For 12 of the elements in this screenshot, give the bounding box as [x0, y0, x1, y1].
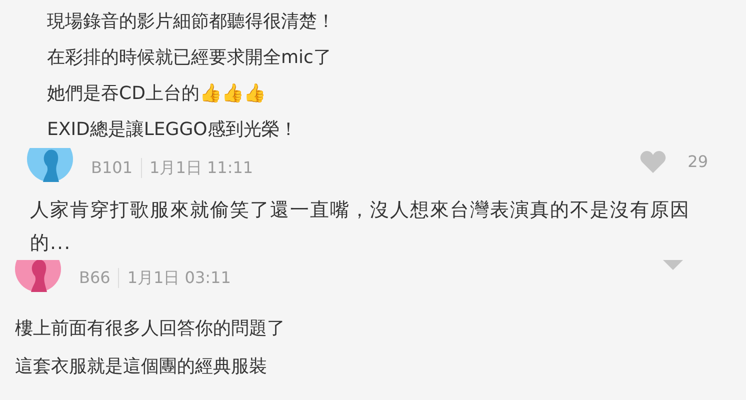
post-time: 1月1日 11:11	[150, 157, 254, 179]
comment-text: 人家肯穿打歌服來就偷笑了還一直嘴，沒人想來台灣表演真的不是沒有原因的...	[29, 198, 691, 256]
comment-line: 在彩排的時候就已經要求開全mic了	[47, 46, 332, 70]
comment-line: 她們是吞CD上台的👍👍👍	[47, 82, 266, 106]
author-name[interactable]: B66	[79, 266, 110, 290]
comment-line: 這套衣服就是這個團的經典服裝	[15, 355, 268, 379]
comment-line: 樓上前面有很多人回答你的問題了	[15, 317, 286, 341]
author-name[interactable]: B101	[91, 156, 133, 180]
post-time: 1月1日 03:11	[127, 267, 231, 289]
comment-line: EXID總是讓LEGGO感到光榮！	[47, 118, 298, 142]
comment-line: 現場錄音的影片細節都聽得很清楚！	[47, 10, 336, 34]
like-count: 29	[688, 151, 708, 173]
